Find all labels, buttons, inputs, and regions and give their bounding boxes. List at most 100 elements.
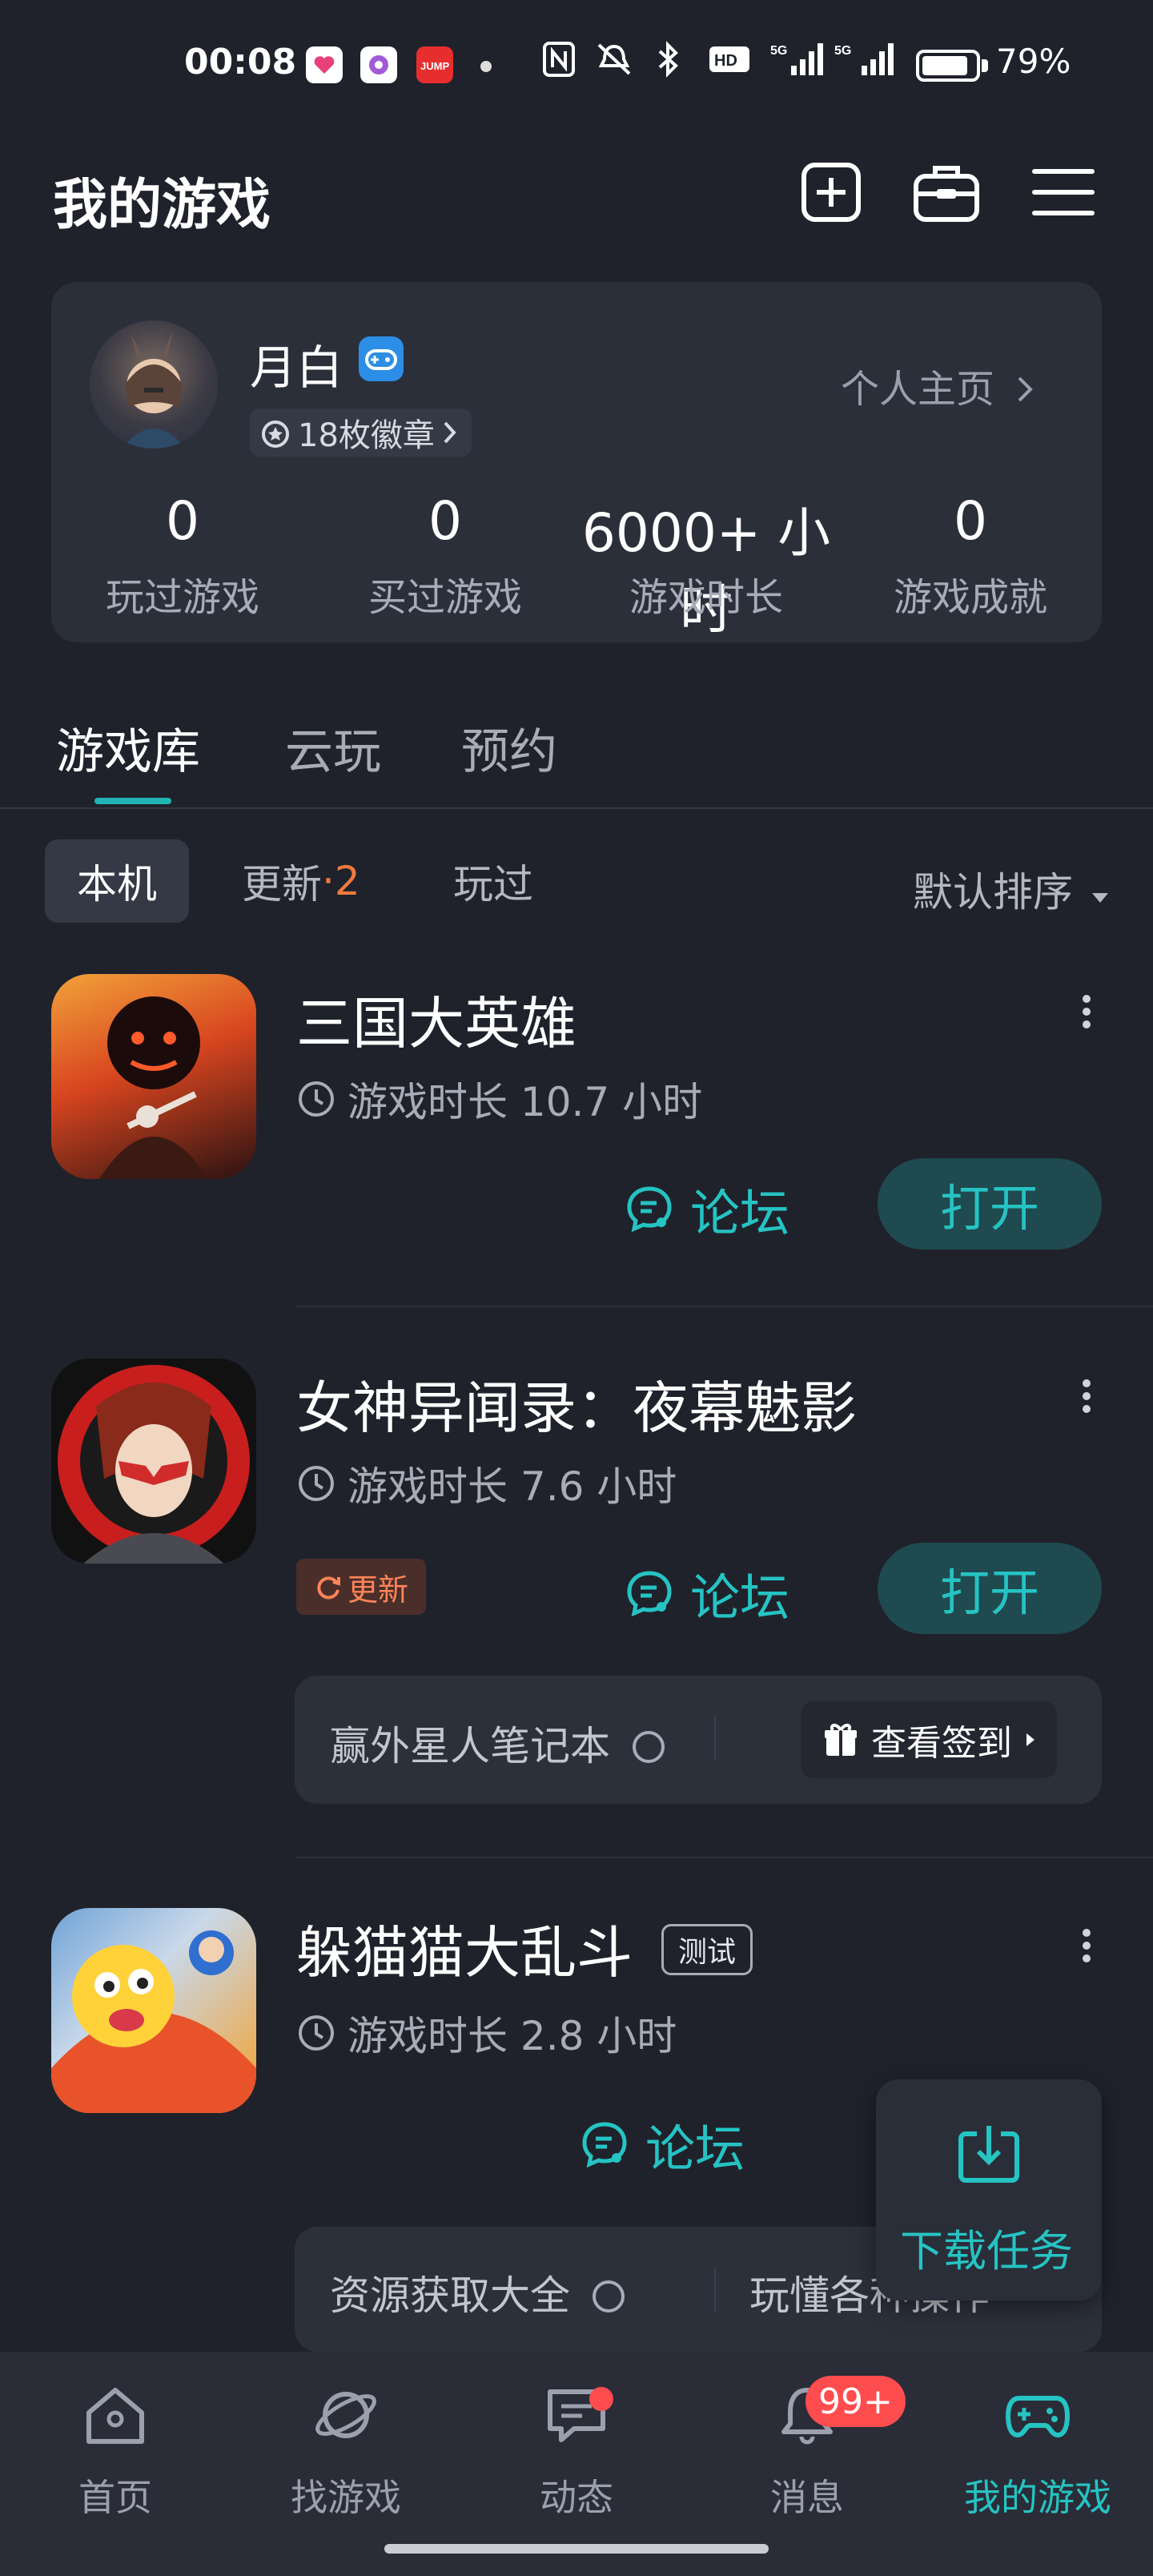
- stat-played-label: 玩过游戏: [105, 575, 259, 620]
- activity-title: 资源获取大全: [330, 2272, 570, 2319]
- forum-label: 论坛: [645, 2119, 745, 2178]
- test-tag: 测试: [661, 1924, 753, 1975]
- activity-title: 赢外星人笔记本: [330, 1723, 610, 1769]
- messages-badge: 99+: [805, 2376, 906, 2427]
- menu-button[interactable]: [1031, 160, 1095, 224]
- home-icon: [86, 2388, 144, 2444]
- sort-label: 默认排序: [913, 869, 1073, 916]
- forum-button[interactable]: 论坛: [580, 2108, 745, 2180]
- chevron-right-icon: [444, 421, 456, 444]
- gamepad-icon: [1006, 2396, 1070, 2437]
- stat-bought-label: 买过游戏: [368, 575, 522, 620]
- circle-arrow-icon: [632, 1731, 665, 1763]
- open-label: 打开: [939, 1179, 1039, 1238]
- stat-bought-value: 0: [428, 490, 462, 552]
- nav-home[interactable]: 首页: [0, 2381, 231, 2522]
- more-options-button[interactable]: [1075, 990, 1099, 1038]
- stat-playtime-label: 游戏时长: [629, 575, 783, 620]
- forum-label: 论坛: [690, 1184, 790, 1242]
- gamepad-badge-icon: [359, 336, 404, 381]
- filter-local[interactable]: 本机: [45, 839, 189, 923]
- medals-label: 18枚徽章: [298, 417, 435, 454]
- filter-played-label: 玩过: [453, 861, 533, 908]
- forum-icon: [627, 1186, 672, 1233]
- tab-reservation[interactable]: 预约: [461, 713, 557, 783]
- add-icon: [801, 163, 861, 222]
- nav-home-label: 首页: [78, 2476, 152, 2519]
- download-task-label: 下载任务: [900, 2226, 1073, 2276]
- tab-game-library[interactable]: 游戏库: [56, 713, 200, 783]
- game-playtime: 游戏时长 10.7 小时: [296, 1070, 702, 1128]
- caret-right-icon: [1026, 1733, 1034, 1746]
- game-playtime: 游戏时长 7.6 小时: [296, 1455, 677, 1512]
- forum-icon: [582, 2122, 627, 2168]
- forum-label: 论坛: [690, 1568, 790, 1627]
- nav-feed-label: 动态: [540, 2476, 613, 2519]
- game-icon-persona[interactable]: [51, 1358, 256, 1564]
- page-title: 我的游戏: [53, 174, 271, 237]
- playtime-text: 游戏时长 7.6 小时: [348, 1463, 677, 1510]
- camera-app-icon: [360, 46, 397, 83]
- medals-link[interactable]: 18枚徽章: [250, 409, 472, 457]
- add-game-button[interactable]: [799, 160, 863, 224]
- game-icon-sanguo[interactable]: [51, 974, 256, 1179]
- game-name[interactable]: 三国大英雄: [296, 979, 576, 1060]
- game-name[interactable]: 躲猫猫大乱斗: [296, 1908, 633, 1989]
- open-game-button[interactable]: 打开: [878, 1158, 1102, 1250]
- open-game-button[interactable]: 打开: [878, 1543, 1102, 1634]
- svg-text:HD: HD: [714, 52, 737, 70]
- battery-tip: [982, 59, 988, 72]
- filter-update[interactable]: 更新 · 2: [210, 839, 392, 923]
- personal-homepage-link[interactable]: 个人主页: [841, 357, 1035, 413]
- tab-divider: [0, 807, 1153, 809]
- forum-button[interactable]: 论坛: [625, 1557, 789, 1629]
- signal-5g-2-icon: 5G: [834, 40, 903, 87]
- nav-my-games[interactable]: 我的游戏: [922, 2381, 1153, 2522]
- battery-icon: [916, 50, 980, 82]
- gift-icon: [825, 1724, 857, 1756]
- game-icon-hide-cat[interactable]: [51, 1908, 256, 2113]
- svg-text:5G: 5G: [834, 44, 851, 58]
- homepage-label: 个人主页: [841, 367, 995, 412]
- activity-separator: [714, 1716, 716, 1761]
- nav-my-games-label: 我的游戏: [964, 2476, 1111, 2519]
- status-bar: 00:08 JUMP HD 5G 5G 79%: [0, 0, 1153, 136]
- activity-link[interactable]: 赢外星人笔记本: [330, 1714, 665, 1772]
- caret-down-icon: [1091, 893, 1108, 903]
- filter-played[interactable]: 玩过: [421, 839, 565, 923]
- activity-separator: [714, 2267, 716, 2312]
- nav-find-games[interactable]: 找游戏: [231, 2381, 461, 2522]
- forum-button[interactable]: 论坛: [625, 1173, 789, 1245]
- signal-5g-icon: 5G: [770, 40, 823, 87]
- tab-cloud-play[interactable]: 云玩: [285, 713, 381, 783]
- tab-indicator: [94, 798, 171, 804]
- playtime-text: 游戏时长 10.7 小时: [348, 1079, 703, 1125]
- more-options-button[interactable]: [1075, 1375, 1099, 1423]
- item-divider: [296, 1306, 1153, 1307]
- chevron-right-icon: [1018, 376, 1034, 402]
- more-options-button[interactable]: [1075, 1924, 1099, 1972]
- sort-dropdown[interactable]: 默认排序: [913, 860, 1110, 918]
- game-name[interactable]: 女神异闻录：夜幕魅影: [296, 1363, 857, 1444]
- activity-link[interactable]: 资源获取大全: [330, 2264, 625, 2321]
- nfc-icon: [541, 40, 576, 87]
- filter-update-count: 2: [334, 858, 360, 904]
- clock-icon: [299, 1466, 334, 1501]
- avatar[interactable]: [90, 320, 218, 449]
- feed-unread-dot: [589, 2387, 613, 2411]
- health-app-icon: [306, 46, 343, 83]
- clock-icon: [299, 2015, 334, 2051]
- game-playtime: 游戏时长 2.8 小时: [296, 2004, 677, 2062]
- system-home-indicator[interactable]: [384, 2544, 769, 2554]
- nav-feed[interactable]: 动态: [461, 2381, 692, 2522]
- view-checkin-button[interactable]: 查看签到: [801, 1701, 1057, 1778]
- item-divider: [296, 1857, 1153, 1858]
- update-tag[interactable]: 更新: [296, 1559, 426, 1615]
- notification-dot-icon: [480, 61, 492, 72]
- forum-icon: [627, 1571, 672, 1617]
- filter-local-label: 本机: [77, 861, 157, 908]
- test-tag-label: 测试: [677, 1936, 736, 1969]
- medal-icon: [262, 421, 289, 448]
- stat-played-value: 0: [166, 490, 199, 552]
- toolbox-button[interactable]: [913, 160, 979, 224]
